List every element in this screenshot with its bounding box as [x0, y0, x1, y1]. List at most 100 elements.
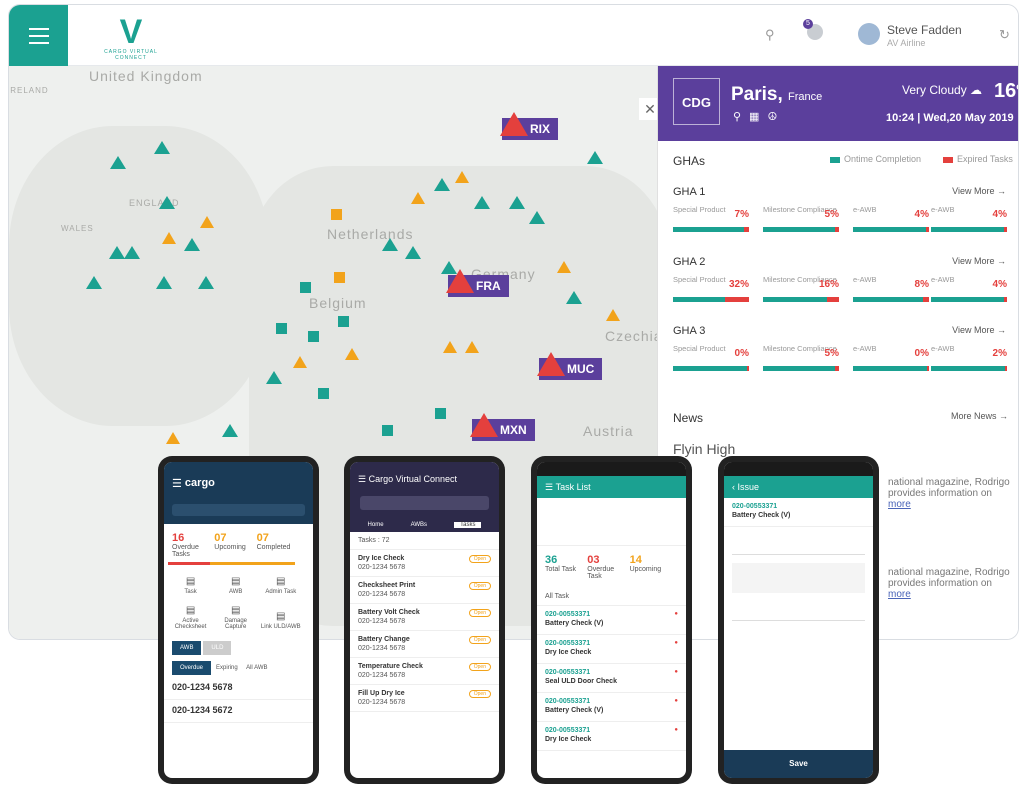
station-marker[interactable] — [435, 408, 446, 419]
station-marker[interactable] — [382, 425, 393, 436]
awb-row[interactable]: 020-1234 5678 — [164, 677, 313, 700]
station-marker[interactable] — [509, 196, 525, 209]
warning-marker[interactable] — [293, 356, 307, 368]
station-marker[interactable] — [529, 211, 545, 224]
tile-task[interactable]: ▤ Task — [169, 576, 211, 595]
station-marker[interactable] — [382, 238, 398, 251]
awb-row[interactable]: 020-1234 5672 — [164, 700, 313, 723]
station-marker[interactable] — [86, 276, 102, 289]
tab-tasks[interactable]: Tasks — [454, 522, 482, 528]
country-label: United Kingdom — [89, 68, 203, 84]
tab-expiring[interactable]: Expiring — [216, 665, 238, 671]
station-marker[interactable] — [154, 141, 170, 154]
warning-marker[interactable] — [411, 192, 425, 204]
task-row[interactable]: ● 020-00553371 Dry Ice Check — [537, 635, 686, 664]
warning-marker[interactable] — [166, 432, 180, 444]
avatar[interactable] — [858, 23, 880, 45]
station-marker[interactable] — [405, 246, 421, 259]
issue-description[interactable] — [732, 563, 865, 593]
station-marker[interactable] — [124, 246, 140, 259]
task-row[interactable]: Open Temperature Check 020-1234 5678 — [350, 658, 499, 685]
warning-marker[interactable] — [443, 341, 457, 353]
gha-metric: Milestone Compliance 16% — [763, 276, 841, 302]
tile-awb[interactable]: ▤ AWB — [215, 576, 257, 595]
station-marker[interactable] — [300, 282, 311, 293]
station-marker[interactable] — [338, 316, 349, 327]
station-marker[interactable] — [109, 246, 125, 259]
station-marker[interactable] — [474, 196, 490, 209]
tab-awbs[interactable]: AWBs — [411, 522, 427, 528]
metric-percent: 4% — [992, 279, 1007, 290]
airport-label-muc[interactable]: MUC — [537, 352, 603, 380]
tab-uld[interactable]: ULD — [203, 641, 232, 655]
view-more-link[interactable]: View More → — [952, 256, 1006, 266]
warning-marker[interactable] — [162, 232, 176, 244]
tile-active-checksheet[interactable]: ▤ Active Checksheet — [169, 605, 211, 630]
station-marker[interactable] — [566, 291, 582, 304]
tab-home[interactable]: Home — [368, 522, 384, 528]
view-more-link[interactable]: View More → — [952, 325, 1006, 335]
warning-marker[interactable] — [465, 341, 479, 353]
tab-all-awb[interactable]: All AWB — [246, 665, 267, 671]
task-row[interactable]: Open Battery Volt Check 020-1234 5678 — [350, 604, 499, 631]
warning-marker[interactable] — [557, 261, 571, 273]
tab-awb[interactable]: AWB — [172, 641, 202, 655]
logout-icon[interactable]: ↻ — [999, 27, 1010, 43]
station-marker[interactable] — [318, 388, 329, 399]
task-row[interactable]: ● 020-00553371 Battery Check (V) — [537, 606, 686, 635]
news-more-link[interactable]: more — [888, 499, 911, 510]
phone-search[interactable] — [164, 504, 313, 524]
airport-label-rix[interactable]: RIX — [500, 112, 559, 140]
phone-search[interactable] — [350, 496, 499, 518]
warning-marker[interactable] — [606, 309, 620, 321]
view-more-link[interactable]: View More → — [952, 186, 1006, 196]
legend-ontime: Ontime Completion — [830, 154, 921, 164]
station-marker[interactable] — [276, 323, 287, 334]
task-row[interactable]: ● 020-00553371 Dry Ice Check — [537, 722, 686, 751]
station-marker[interactable] — [184, 238, 200, 251]
phone-header: ‹ Issue — [724, 476, 873, 498]
station-marker[interactable] — [434, 178, 450, 191]
station-marker[interactable] — [266, 371, 282, 384]
gha-metric: e-AWB 4% — [931, 206, 1009, 232]
task-row[interactable]: Open Dry Ice Check 020-1234 5678 — [350, 550, 499, 577]
notification-icon[interactable]: 5 — [803, 19, 823, 40]
station-marker[interactable] — [110, 156, 126, 169]
news-snippet: national magazine, Rodrigo provides infor… — [888, 567, 1010, 600]
station-marker[interactable] — [198, 276, 214, 289]
airport-label-mxn[interactable]: MXN — [470, 413, 535, 441]
task-row[interactable]: Open Fill Up Dry Ice 020-1234 5678 — [350, 685, 499, 712]
station-marker[interactable] — [334, 272, 345, 283]
warning-marker[interactable] — [345, 348, 359, 360]
more-news-link[interactable]: More News → — [951, 411, 1008, 421]
task-row[interactable]: ● 020-00553371 Seal ULD Door Check — [537, 664, 686, 693]
station-marker[interactable] — [159, 196, 175, 209]
tile-link-uld[interactable]: ▤ Link ULD/AWB — [260, 611, 302, 630]
task-row[interactable]: Open Battery Change 020-1234 5678 — [350, 631, 499, 658]
ghas-title: GHAs — [673, 154, 706, 168]
tile-admin-task[interactable]: ▤ Admin Task — [260, 576, 302, 595]
issue-field[interactable] — [732, 601, 865, 621]
station-marker[interactable] — [156, 276, 172, 289]
save-button[interactable]: Save — [724, 750, 873, 778]
task-row[interactable]: Open Checksheet Print 020-1234 5678 — [350, 577, 499, 604]
station-marker[interactable] — [331, 209, 342, 220]
gha-metric: Milestone Compliance 5% — [763, 345, 841, 371]
menu-button[interactable] — [9, 5, 68, 66]
station-marker[interactable] — [308, 331, 319, 342]
tab-overdue[interactable]: Overdue — [172, 661, 212, 675]
station-marker[interactable] — [587, 151, 603, 164]
news-headline[interactable]: Flyin High — [673, 441, 735, 457]
task-row[interactable]: ● 020-00553371 Battery Check (V) — [537, 693, 686, 722]
search-icon[interactable]: ⚲ — [765, 27, 775, 43]
warning-marker[interactable] — [455, 171, 469, 183]
warning-marker[interactable] — [200, 216, 214, 228]
issue-field[interactable] — [732, 535, 865, 555]
tile-damage-capture[interactable]: ▤ Damage Capture — [215, 605, 257, 630]
news-more-link[interactable]: more — [888, 589, 911, 600]
phone-home: ☰ cargo 16 Overdue Tasks 07 Upcoming 07 Com… — [158, 456, 319, 784]
station-icons[interactable]: ⚲▦☮ — [733, 110, 785, 123]
user-name[interactable]: Steve Fadden — [887, 23, 962, 37]
airport-label-fra[interactable]: FRA — [446, 269, 509, 297]
station-marker[interactable] — [222, 424, 238, 437]
